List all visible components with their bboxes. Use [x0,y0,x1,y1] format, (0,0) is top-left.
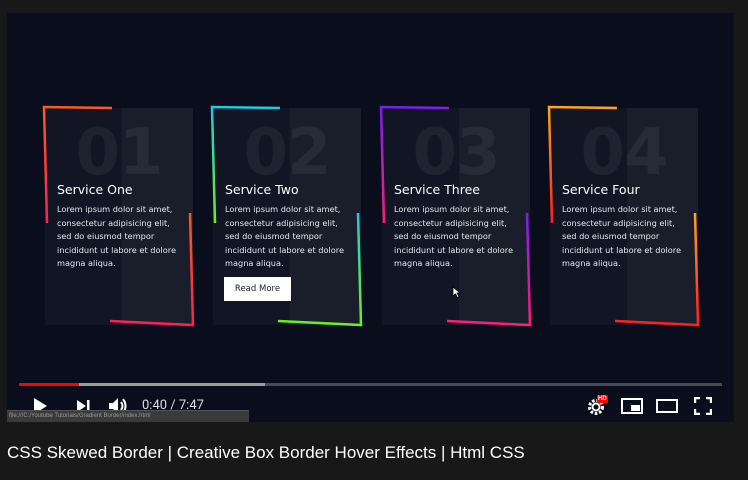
card-number: 01 [75,116,163,190]
card-text: Lorem ipsum dolor sit amet, consectetur … [562,204,681,268]
progress-played [19,383,80,386]
theater-mode-icon[interactable] [656,399,678,413]
video-player[interactable]: 01 Service One Lorem ipsum dolor sit ame… [7,13,734,422]
service-card-one: 01 Service One Lorem ipsum dolor sit ame… [42,105,195,327]
card-number: 03 [412,116,500,190]
video-title: CSS Skewed Border | Creative Box Border … [7,443,525,462]
fullscreen-icon[interactable] [694,397,712,415]
video-frame[interactable]: 01 Service One Lorem ipsum dolor sit ame… [7,13,734,422]
mouse-cursor-icon [452,286,461,298]
card-text: Lorem ipsum dolor sit amet, consectetur … [225,204,344,268]
progress-bar[interactable] [19,383,722,386]
card-title: Service Four [562,182,640,197]
hd-badge: HD [597,395,608,403]
card-title: Service One [57,182,133,197]
card-text: Lorem ipsum dolor sit amet, consectetur … [394,204,513,268]
card-number: 02 [243,116,331,190]
card-title: Service Two [225,182,299,197]
service-card-two: 02 Service Two Lorem ipsum dolor sit ame… [210,105,363,327]
card-text: Lorem ipsum dolor sit amet, consectetur … [57,204,176,268]
read-more-button[interactable]: Read More [224,277,291,301]
card-number: 04 [580,116,668,190]
card-title: Service Three [394,182,480,197]
browser-status-bar: file:///C:/Youtube Tutorials/Gradient Bo… [7,410,249,422]
miniplayer-icon[interactable] [621,398,643,414]
service-card-four: 04 Service Four Lorem ipsum dolor sit am… [547,105,700,327]
